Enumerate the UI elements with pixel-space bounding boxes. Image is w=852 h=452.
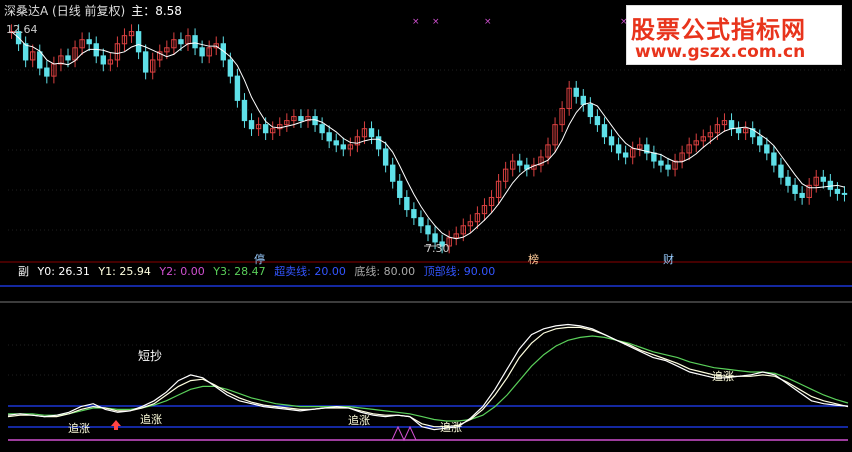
- indicator-panel-grid: [0, 285, 852, 442]
- candle-body: [178, 39, 184, 45]
- candle-body: [757, 136, 763, 146]
- signal-chase: 追涨: [712, 370, 734, 383]
- watermark-logo: 股票公式指标网 www.gszx.com.cn: [626, 5, 842, 65]
- candle-body: [601, 124, 608, 138]
- candle-body: [651, 152, 657, 162]
- candle-body: [248, 120, 255, 130]
- stock-title: 深桑达A (日线 前复权): [4, 4, 126, 18]
- candle-body: [778, 164, 784, 178]
- marker-x: ×: [484, 17, 492, 27]
- candle-body: [432, 233, 438, 243]
- candle-body: [340, 144, 346, 150]
- candle-body: [262, 124, 269, 134]
- signal-chase: 追涨: [68, 422, 90, 435]
- candle-body: [785, 176, 791, 186]
- candle-body: [390, 164, 396, 182]
- legend-oversold: 超卖线: 20.00: [274, 265, 346, 278]
- candle-body: [820, 176, 826, 182]
- candle-body: [319, 124, 325, 134]
- candle-body: [735, 128, 742, 134]
- marker-x: ×: [432, 17, 440, 27]
- candle-body: [411, 209, 417, 219]
- candle-body: [142, 51, 149, 73]
- candle-body: [841, 192, 848, 195]
- candle-body: [728, 120, 735, 130]
- candle-body: [326, 132, 332, 142]
- candle-body: [135, 31, 142, 53]
- legend-top: 顶部线: 90.00: [423, 265, 496, 278]
- candle-body: [594, 116, 601, 126]
- marker-x: ×: [412, 17, 420, 27]
- candle-body: [827, 180, 834, 190]
- candle-body: [615, 144, 622, 154]
- candle-body: [333, 140, 339, 146]
- candle-body: [234, 75, 241, 101]
- candle-body: [608, 136, 615, 146]
- candle-body: [799, 192, 805, 198]
- legend-bottom: 底线: 80.00: [354, 265, 416, 278]
- signal-chase: 追涨: [140, 413, 162, 426]
- candle-body: [517, 160, 523, 166]
- candle-body: [37, 51, 43, 69]
- candle-body: [771, 152, 777, 166]
- candle-body: [418, 217, 424, 227]
- event-marker-finance[interactable]: 财: [661, 251, 676, 267]
- candle-body: [100, 55, 106, 65]
- candle-body: [834, 188, 841, 194]
- candle-body: [397, 180, 403, 198]
- candle-body: [382, 148, 389, 166]
- candle-body: [227, 59, 234, 77]
- candle-body: [665, 164, 671, 170]
- chart-canvas: ×××××: [0, 17, 852, 442]
- candle-body: [368, 128, 375, 138]
- candle-body: [375, 136, 382, 150]
- price-panel-title: 深桑达A (日线 前复权) 主：8.58: [4, 5, 182, 17]
- candle-body: [241, 99, 248, 122]
- candle-body: [658, 160, 664, 166]
- signal-up-arrow: [111, 420, 121, 430]
- watermark-url: www.gszx.com.cn: [635, 42, 806, 62]
- watermark-title: 股票公式指标网: [631, 16, 806, 44]
- candle-body: [404, 196, 410, 211]
- signal-short-buy: 短抄: [138, 349, 163, 363]
- indicator-name: 副: [18, 265, 29, 278]
- candle-body: [587, 103, 594, 118]
- legend-y1: Y1: 25.94: [98, 265, 151, 278]
- candle-body: [298, 116, 304, 122]
- signal-chase: 追涨: [440, 421, 462, 434]
- legend-y3: Y3: 28.47: [213, 265, 266, 278]
- max-price-label: 12.64: [6, 23, 38, 36]
- candle-body: [764, 144, 770, 154]
- candle-body: [192, 35, 198, 49]
- candle-body: [573, 87, 579, 97]
- candle-body: [86, 39, 92, 45]
- candle-body: [65, 55, 71, 61]
- candle-body: [199, 47, 205, 57]
- indicator-legend: 副 Y0: 26.31 Y1: 25.94 Y2: 0.00 Y3: 28.47…: [18, 266, 500, 277]
- candle-body: [425, 225, 431, 235]
- candle-body: [22, 43, 29, 61]
- legend-y2: Y2: 0.00: [159, 265, 205, 278]
- event-marker-ranking[interactable]: 榜: [526, 251, 541, 267]
- legend-y0: Y0: 26.31: [37, 265, 90, 278]
- candle-body: [580, 95, 586, 105]
- main-value: 主：8.58: [131, 4, 182, 18]
- signal-chase: 追涨: [348, 414, 370, 427]
- candle-body: [44, 67, 50, 77]
- candle-body: [622, 152, 629, 158]
- y2-spikes: [391, 425, 417, 442]
- min-price-label: 7.30: [425, 242, 450, 255]
- candle-body: [792, 184, 798, 194]
